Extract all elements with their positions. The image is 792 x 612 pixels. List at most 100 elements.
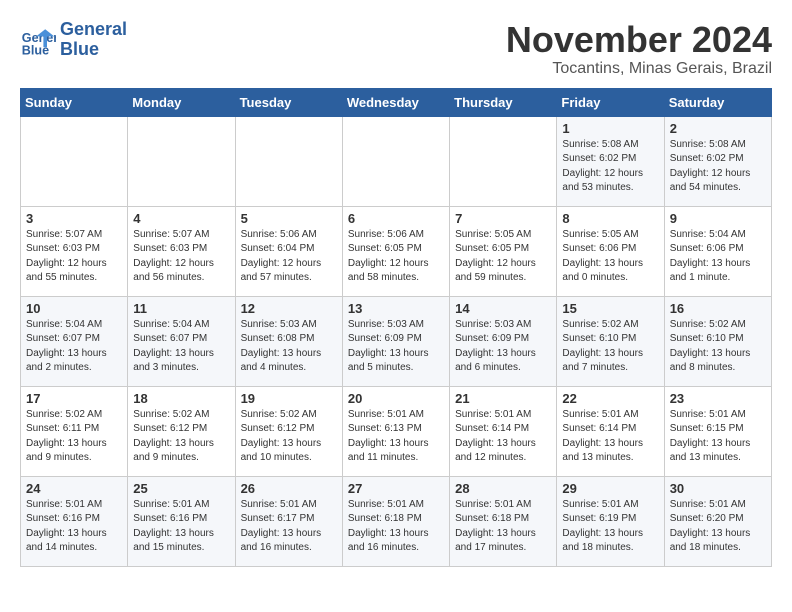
day-info: Sunrise: 5:02 AM Sunset: 6:12 PM Dayligh… [241, 408, 337, 466]
weekday-header-tuesday: Tuesday [235, 88, 342, 116]
calendar-day-cell: 19 Sunrise: 5:02 AM Sunset: 6:12 PM Dayli… [235, 386, 342, 476]
calendar-day-cell: 16 Sunrise: 5:02 AM Sunset: 6:10 PM Dayli… [664, 296, 771, 386]
calendar-day-cell: 22 Sunrise: 5:01 AM Sunset: 6:14 PM Dayli… [557, 386, 664, 476]
day-number: 4 [133, 211, 229, 226]
calendar-day-cell [342, 116, 449, 206]
day-info: Sunrise: 5:05 AM Sunset: 6:05 PM Dayligh… [455, 228, 551, 286]
day-info: Sunrise: 5:02 AM Sunset: 6:11 PM Dayligh… [26, 408, 122, 466]
calendar-day-cell: 6 Sunrise: 5:06 AM Sunset: 6:05 PM Daylig… [342, 206, 449, 296]
day-info: Sunrise: 5:07 AM Sunset: 6:03 PM Dayligh… [26, 228, 122, 286]
day-info: Sunrise: 5:01 AM Sunset: 6:20 PM Dayligh… [670, 498, 766, 556]
calendar-day-cell: 17 Sunrise: 5:02 AM Sunset: 6:11 PM Dayli… [21, 386, 128, 476]
calendar-day-cell [450, 116, 557, 206]
day-info: Sunrise: 5:01 AM Sunset: 6:17 PM Dayligh… [241, 498, 337, 556]
month-title: November 2024 [506, 20, 772, 60]
day-info: Sunrise: 5:01 AM Sunset: 6:14 PM Dayligh… [562, 408, 658, 466]
day-info: Sunrise: 5:03 AM Sunset: 6:09 PM Dayligh… [348, 318, 444, 376]
calendar-day-cell: 13 Sunrise: 5:03 AM Sunset: 6:09 PM Dayli… [342, 296, 449, 386]
calendar-week-row: 10 Sunrise: 5:04 AM Sunset: 6:07 PM Dayli… [21, 296, 772, 386]
day-info: Sunrise: 5:04 AM Sunset: 6:06 PM Dayligh… [670, 228, 766, 286]
calendar-table: SundayMondayTuesdayWednesdayThursdayFrid… [20, 88, 772, 567]
calendar-day-cell: 27 Sunrise: 5:01 AM Sunset: 6:18 PM Dayli… [342, 476, 449, 566]
weekday-header-monday: Monday [128, 88, 235, 116]
calendar-day-cell: 4Sunrise: 5:07 AM Sunset: 6:03 PM Daylig… [128, 206, 235, 296]
day-number: 3 [26, 211, 122, 226]
day-number: 15 [562, 301, 658, 316]
day-number: 11 [133, 301, 229, 316]
day-number: 24 [26, 481, 122, 496]
logo-line1: General [60, 20, 127, 40]
day-number: 26 [241, 481, 337, 496]
calendar-day-cell: 7 Sunrise: 5:05 AM Sunset: 6:05 PM Daylig… [450, 206, 557, 296]
calendar-day-cell: 26 Sunrise: 5:01 AM Sunset: 6:17 PM Dayli… [235, 476, 342, 566]
day-number: 25 [133, 481, 229, 496]
calendar-week-row: 24 Sunrise: 5:01 AM Sunset: 6:16 PM Dayli… [21, 476, 772, 566]
calendar-day-cell: 5Sunrise: 5:06 AM Sunset: 6:04 PM Daylig… [235, 206, 342, 296]
calendar-week-row: 1Sunrise: 5:08 AM Sunset: 6:02 PM Daylig… [21, 116, 772, 206]
day-info: Sunrise: 5:01 AM Sunset: 6:14 PM Dayligh… [455, 408, 551, 466]
day-number: 6 [348, 211, 444, 226]
day-info: Sunrise: 5:01 AM Sunset: 6:18 PM Dayligh… [348, 498, 444, 556]
day-info: Sunrise: 5:01 AM Sunset: 6:13 PM Dayligh… [348, 408, 444, 466]
day-number: 13 [348, 301, 444, 316]
day-number: 27 [348, 481, 444, 496]
day-number: 9 [670, 211, 766, 226]
calendar-day-cell: 8 Sunrise: 5:05 AM Sunset: 6:06 PM Daylig… [557, 206, 664, 296]
calendar-day-cell: 2Sunrise: 5:08 AM Sunset: 6:02 PM Daylig… [664, 116, 771, 206]
header: General Blue General Blue November 2024 … [20, 20, 772, 78]
day-number: 30 [670, 481, 766, 496]
day-number: 18 [133, 391, 229, 406]
day-info: Sunrise: 5:02 AM Sunset: 6:10 PM Dayligh… [670, 318, 766, 376]
day-info: Sunrise: 5:01 AM Sunset: 6:16 PM Dayligh… [133, 498, 229, 556]
calendar-day-cell: 9 Sunrise: 5:04 AM Sunset: 6:06 PM Daylig… [664, 206, 771, 296]
weekday-header-saturday: Saturday [664, 88, 771, 116]
day-info: Sunrise: 5:04 AM Sunset: 6:07 PM Dayligh… [26, 318, 122, 376]
day-number: 23 [670, 391, 766, 406]
weekday-header-thursday: Thursday [450, 88, 557, 116]
day-number: 20 [348, 391, 444, 406]
day-number: 8 [562, 211, 658, 226]
day-number: 10 [26, 301, 122, 316]
calendar-day-cell [235, 116, 342, 206]
calendar-week-row: 17 Sunrise: 5:02 AM Sunset: 6:11 PM Dayli… [21, 386, 772, 476]
calendar-day-cell: 23Sunrise: 5:01 AM Sunset: 6:15 PM Dayli… [664, 386, 771, 476]
calendar-day-cell [128, 116, 235, 206]
day-info: Sunrise: 5:02 AM Sunset: 6:12 PM Dayligh… [133, 408, 229, 466]
day-number: 12 [241, 301, 337, 316]
calendar-day-cell: 11 Sunrise: 5:04 AM Sunset: 6:07 PM Dayli… [128, 296, 235, 386]
calendar-day-cell: 28Sunrise: 5:01 AM Sunset: 6:18 PM Dayli… [450, 476, 557, 566]
day-number: 16 [670, 301, 766, 316]
calendar-day-cell: 20 Sunrise: 5:01 AM Sunset: 6:13 PM Dayli… [342, 386, 449, 476]
calendar-day-cell: 30 Sunrise: 5:01 AM Sunset: 6:20 PM Dayli… [664, 476, 771, 566]
logo-line2: Blue [60, 40, 127, 60]
day-info: Sunrise: 5:03 AM Sunset: 6:08 PM Dayligh… [241, 318, 337, 376]
calendar-day-cell: 25 Sunrise: 5:01 AM Sunset: 6:16 PM Dayli… [128, 476, 235, 566]
calendar-day-cell: 10 Sunrise: 5:04 AM Sunset: 6:07 PM Dayli… [21, 296, 128, 386]
day-info: Sunrise: 5:04 AM Sunset: 6:07 PM Dayligh… [133, 318, 229, 376]
day-number: 29 [562, 481, 658, 496]
logo: General Blue General Blue [20, 20, 127, 60]
day-number: 17 [26, 391, 122, 406]
weekday-header-row: SundayMondayTuesdayWednesdayThursdayFrid… [21, 88, 772, 116]
day-number: 19 [241, 391, 337, 406]
day-info: Sunrise: 5:08 AM Sunset: 6:02 PM Dayligh… [562, 138, 658, 196]
day-info: Sunrise: 5:06 AM Sunset: 6:04 PM Dayligh… [241, 228, 337, 286]
day-number: 22 [562, 391, 658, 406]
day-info: Sunrise: 5:06 AM Sunset: 6:05 PM Dayligh… [348, 228, 444, 286]
day-number: 14 [455, 301, 551, 316]
calendar-day-cell: 18 Sunrise: 5:02 AM Sunset: 6:12 PM Dayli… [128, 386, 235, 476]
calendar-day-cell: 3 Sunrise: 5:07 AM Sunset: 6:03 PM Daylig… [21, 206, 128, 296]
calendar-week-row: 3 Sunrise: 5:07 AM Sunset: 6:03 PM Daylig… [21, 206, 772, 296]
weekday-header-sunday: Sunday [21, 88, 128, 116]
day-number: 2 [670, 121, 766, 136]
day-number: 21 [455, 391, 551, 406]
day-info: Sunrise: 5:02 AM Sunset: 6:10 PM Dayligh… [562, 318, 658, 376]
calendar-day-cell: 15 Sunrise: 5:02 AM Sunset: 6:10 PM Dayli… [557, 296, 664, 386]
calendar-day-cell: 12 Sunrise: 5:03 AM Sunset: 6:08 PM Dayli… [235, 296, 342, 386]
title-area: November 2024 Tocantins, Minas Gerais, B… [506, 20, 772, 78]
logo-text: General Blue [60, 20, 127, 60]
day-info: Sunrise: 5:05 AM Sunset: 6:06 PM Dayligh… [562, 228, 658, 286]
calendar-day-cell: 1Sunrise: 5:08 AM Sunset: 6:02 PM Daylig… [557, 116, 664, 206]
day-number: 7 [455, 211, 551, 226]
day-number: 28 [455, 481, 551, 496]
